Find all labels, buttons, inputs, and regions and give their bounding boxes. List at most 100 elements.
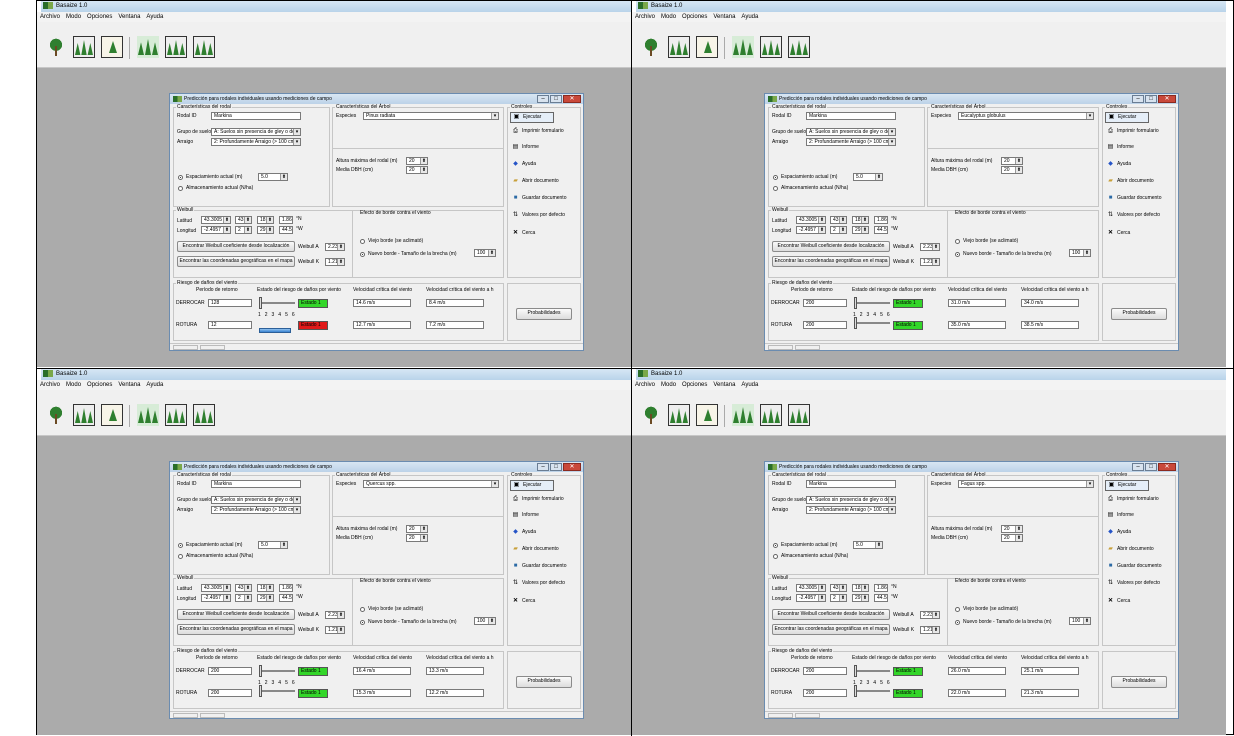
soil-select[interactable]: A: Suelos sin presencia de gley o de che… <box>806 496 896 504</box>
spacing-input[interactable]: 5.0 <box>853 541 883 549</box>
stand-chart-icon[interactable] <box>668 404 690 426</box>
report-button[interactable]: ▤ Informe <box>1107 511 1134 520</box>
old-edge-radio[interactable] <box>955 239 960 244</box>
gap-input[interactable]: 100 <box>1069 249 1091 257</box>
rooting-select[interactable]: 2: Profundamente Arraigo (> 100 cm) <box>211 506 301 514</box>
map-coordinates-button[interactable]: Encontrar las coordenadas geográficas en… <box>177 624 295 635</box>
rotura-slider[interactable] <box>259 685 295 697</box>
stand-chart-icon[interactable] <box>73 404 95 426</box>
close-button[interactable]: ✕ Cerca <box>512 597 535 606</box>
open-button[interactable]: ▰ Abrir documento <box>512 545 559 554</box>
rooting-select[interactable]: 2: Profundamente Arraigo (> 100 cm) <box>806 506 896 514</box>
weibull-k-input[interactable]: 1.21 <box>920 258 940 266</box>
run-button[interactable]: ▣ Ejecutar <box>1105 112 1149 123</box>
tree-box-icon[interactable] <box>696 36 718 58</box>
lon-input[interactable]: -2.4957 <box>796 226 826 234</box>
rodal-input[interactable]: Markina <box>806 112 896 120</box>
derrocar-return-input[interactable]: 200 <box>803 667 847 675</box>
menu-opciones[interactable]: Opciones <box>84 380 115 390</box>
derrocar-slider[interactable] <box>854 665 890 677</box>
rooting-select[interactable]: 2: Profundamente Arraigo (> 100 cm) <box>806 138 896 146</box>
open-button[interactable]: ▰ Abrir documento <box>512 177 559 186</box>
weibull-a-input[interactable]: 2.23 <box>325 611 345 619</box>
dbh-input[interactable]: 20 <box>1001 534 1023 542</box>
minimize-icon[interactable]: – <box>537 95 549 103</box>
single-tree-icon[interactable] <box>640 36 662 58</box>
lat-deg-input[interactable]: 43 <box>235 584 252 592</box>
forest-icon[interactable] <box>137 404 159 426</box>
dbh-input[interactable]: 20 <box>406 166 428 174</box>
close-button[interactable]: ✕ Cerca <box>1107 597 1130 606</box>
lat-deg-input[interactable]: 43 <box>235 216 252 224</box>
forest-chart-icon[interactable] <box>760 404 782 426</box>
weibull-a-input[interactable]: 2.23 <box>920 611 940 619</box>
stocking-radio[interactable] <box>178 186 183 191</box>
derrocar-slider[interactable] <box>259 297 295 309</box>
slider-thumb[interactable] <box>259 297 262 309</box>
save-button[interactable]: ■ Guardar documento <box>512 562 567 571</box>
single-tree-icon[interactable] <box>45 404 67 426</box>
menu-opciones[interactable]: Opciones <box>84 12 115 22</box>
lat-min-input[interactable]: 18 <box>852 584 869 592</box>
stocking-radio[interactable] <box>178 554 183 559</box>
forest-chart-icon[interactable] <box>760 36 782 58</box>
spacing-radio[interactable] <box>773 543 778 548</box>
forest-map-icon[interactable] <box>193 36 215 58</box>
menu-opciones[interactable]: Opciones <box>679 380 710 390</box>
rotura-return-input[interactable]: 200 <box>803 321 847 329</box>
menu-modo[interactable]: Modo <box>63 12 84 22</box>
rotura-return-input[interactable]: 200 <box>208 689 252 697</box>
menu-ventana[interactable]: Ventana <box>115 380 143 390</box>
help-button[interactable]: ◆ Ayuda <box>512 160 536 169</box>
close-button[interactable]: ✕ Cerca <box>512 229 535 238</box>
slider-thumb[interactable] <box>854 665 857 677</box>
defaults-button[interactable]: ⇅ Valores por defecto <box>512 579 565 588</box>
open-button[interactable]: ▰ Abrir documento <box>1107 545 1154 554</box>
derrocar-return-input[interactable]: 128 <box>208 299 252 307</box>
weibull-a-input[interactable]: 2.23 <box>325 243 345 251</box>
run-button[interactable]: ▣ Ejecutar <box>510 112 554 123</box>
tree-box-icon[interactable] <box>696 404 718 426</box>
rodal-input[interactable]: Markina <box>211 480 301 488</box>
forest-icon[interactable] <box>732 404 754 426</box>
spacing-radio[interactable] <box>773 175 778 180</box>
menu-ventana[interactable]: Ventana <box>710 12 738 22</box>
lon-min-input[interactable]: 29 <box>257 594 274 602</box>
stocking-radio[interactable] <box>773 186 778 191</box>
forest-map-icon[interactable] <box>193 404 215 426</box>
tree-box-icon[interactable] <box>101 36 123 58</box>
probabilities-button[interactable]: Probabilidades <box>1111 308 1167 320</box>
close-button[interactable]: ✕ Cerca <box>1107 229 1130 238</box>
minimize-icon[interactable]: – <box>537 463 549 471</box>
help-button[interactable]: ◆ Ayuda <box>512 528 536 537</box>
menu-archivo[interactable]: Archivo <box>632 12 658 22</box>
close-icon[interactable]: ✕ <box>563 95 581 103</box>
new-edge-radio[interactable] <box>360 252 365 257</box>
map-coordinates-button[interactable]: Encontrar las coordenadas geográficas en… <box>772 256 890 267</box>
forest-icon[interactable] <box>137 36 159 58</box>
lon-sec-input[interactable]: 44.57 <box>279 594 293 602</box>
slider-thumb[interactable] <box>259 665 262 677</box>
lat-deg-input[interactable]: 43 <box>830 216 847 224</box>
weibull-location-button[interactable]: Encontrar Weibull coeficiente desde loca… <box>177 241 295 252</box>
spacing-input[interactable]: 5.0 <box>258 541 288 549</box>
derrocar-return-input[interactable]: 200 <box>208 667 252 675</box>
save-button[interactable]: ■ Guardar documento <box>1107 562 1162 571</box>
soil-select[interactable]: A: Suelos sin presencia de gley o de che… <box>211 496 301 504</box>
map-coordinates-button[interactable]: Encontrar las coordenadas geográficas en… <box>177 256 295 267</box>
menu-archivo[interactable]: Archivo <box>37 380 63 390</box>
gap-input[interactable]: 100 <box>474 249 496 257</box>
lon-deg-input[interactable]: 2 <box>235 594 252 602</box>
print-button[interactable]: ⎙ Imprimir formulario <box>512 127 564 136</box>
rotura-return-input[interactable]: 12 <box>208 321 252 329</box>
spacing-input[interactable]: 5.0 <box>853 173 883 181</box>
maximize-icon[interactable]: □ <box>1145 95 1157 103</box>
menu-archivo[interactable]: Archivo <box>632 380 658 390</box>
height-input[interactable]: 20 <box>1001 525 1023 533</box>
old-edge-radio[interactable] <box>360 239 365 244</box>
forest-chart-icon[interactable] <box>165 36 187 58</box>
rotura-return-input[interactable]: 200 <box>803 689 847 697</box>
menu-opciones[interactable]: Opciones <box>679 12 710 22</box>
print-button[interactable]: ⎙ Imprimir formulario <box>1107 495 1159 504</box>
dbh-input[interactable]: 20 <box>1001 166 1023 174</box>
